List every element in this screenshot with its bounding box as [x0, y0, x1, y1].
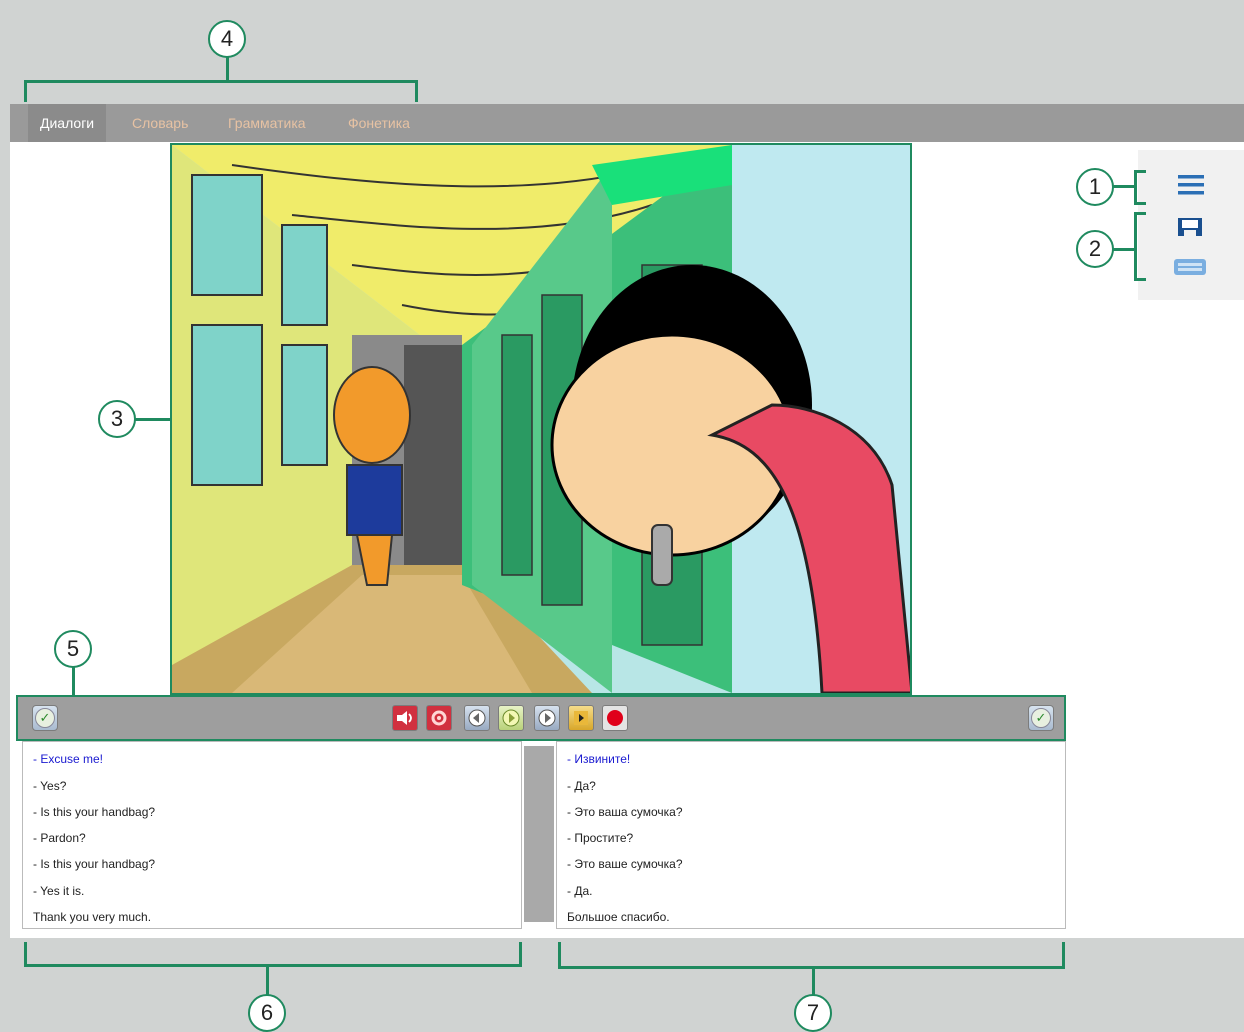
callout-5-line: [72, 666, 75, 696]
bracket-6-stem: [266, 966, 269, 996]
cartoon-illustration: [172, 145, 910, 693]
tab-phonetics[interactable]: Фонетика: [336, 104, 422, 142]
settings-button[interactable]: [426, 705, 452, 731]
callout-5: 5: [54, 630, 92, 668]
bracket-4-stem: [226, 56, 229, 82]
forward-button[interactable]: [534, 705, 560, 731]
bracket-6-right: [519, 942, 522, 966]
record-button[interactable]: [602, 705, 628, 731]
callout-1-bracket: [1134, 170, 1137, 204]
check-icon: ✓: [35, 708, 55, 728]
callout-2-bracket: [1134, 212, 1137, 280]
callout-2-line: [1112, 248, 1136, 251]
callout-1-bracket-bot: [1134, 202, 1146, 205]
dialog-line-ru[interactable]: - Это ваша сумочка?: [567, 805, 683, 819]
bracket-4-left: [24, 80, 27, 102]
english-dialog-pane[interactable]: - Excuse me! - Yes? - Is this your handb…: [22, 741, 522, 929]
tab-dialogs[interactable]: Диалоги: [28, 104, 107, 142]
dialog-line-en[interactable]: - Excuse me!: [33, 752, 103, 766]
callout-6: 6: [248, 994, 286, 1032]
check-icon: ✓: [1031, 708, 1051, 728]
bracket-7-stem: [812, 968, 815, 996]
menu-icon[interactable]: [1176, 172, 1206, 198]
dialog-line-en[interactable]: - Yes it is.: [33, 884, 84, 898]
callout-1: 1: [1076, 168, 1114, 206]
dialog-line-ru[interactable]: - Это ваше сумочка?: [567, 857, 683, 871]
dialog-line-en[interactable]: - Pardon?: [33, 831, 86, 845]
dialog-line-en[interactable]: Thank you very much.: [33, 910, 151, 924]
play-button[interactable]: [498, 705, 524, 731]
bracket-7-left: [558, 942, 561, 968]
callout-7: 7: [794, 994, 832, 1032]
keyboard-icon[interactable]: [1172, 256, 1208, 278]
bracket-7-right: [1062, 942, 1065, 968]
left-check-button[interactable]: ✓: [32, 705, 58, 731]
callout-1-line: [1112, 185, 1136, 188]
callout-2-bracket-top: [1134, 212, 1146, 215]
sound-button[interactable]: [392, 705, 418, 731]
record-icon: [607, 710, 623, 726]
dialog-line-en[interactable]: - Yes?: [33, 779, 66, 793]
dialog-line-ru[interactable]: - Извините!: [567, 752, 630, 766]
dialog-line-en[interactable]: - Is this your handbag?: [33, 857, 155, 871]
play-icon: [502, 709, 520, 727]
step-button[interactable]: [568, 705, 594, 731]
rewind-icon: [468, 709, 486, 727]
dialog-line-ru[interactable]: - Да?: [567, 779, 596, 793]
callout-1-bracket-top: [1134, 170, 1146, 173]
dialog-line-ru[interactable]: Большое спасибо.: [567, 910, 670, 924]
callout-3: 3: [98, 400, 136, 438]
dialog-line-ru[interactable]: - Да.: [567, 884, 592, 898]
sound-icon: [397, 711, 412, 725]
bracket-6-left: [24, 942, 27, 966]
bracket-6: [24, 964, 522, 967]
right-check-button[interactable]: ✓: [1028, 705, 1054, 731]
dialog-video-frame[interactable]: [170, 143, 912, 695]
tab-grammar[interactable]: Грамматика: [216, 104, 318, 142]
callout-3-line: [134, 418, 170, 421]
callout-4: 4: [208, 20, 246, 58]
forward-icon: [538, 709, 556, 727]
player-control-bar: ✓ ✓: [16, 695, 1066, 741]
callout-2-bracket-bot: [1134, 278, 1146, 281]
step-icon: [574, 711, 588, 725]
dialog-line-ru[interactable]: - Простите?: [567, 831, 633, 845]
rewind-button[interactable]: [464, 705, 490, 731]
bracket-4-right: [415, 80, 418, 102]
russian-dialog-pane[interactable]: - Извините! - Да? - Это ваша сумочка? - …: [556, 741, 1066, 929]
settings-icon: [431, 710, 447, 726]
pane-divider-scrollbar[interactable]: [524, 746, 554, 922]
callout-2: 2: [1076, 230, 1114, 268]
bracket-4: [24, 80, 418, 83]
dialog-line-en[interactable]: - Is this your handbag?: [33, 805, 155, 819]
save-icon[interactable]: [1174, 212, 1206, 242]
tab-vocabulary[interactable]: Словарь: [120, 104, 200, 142]
